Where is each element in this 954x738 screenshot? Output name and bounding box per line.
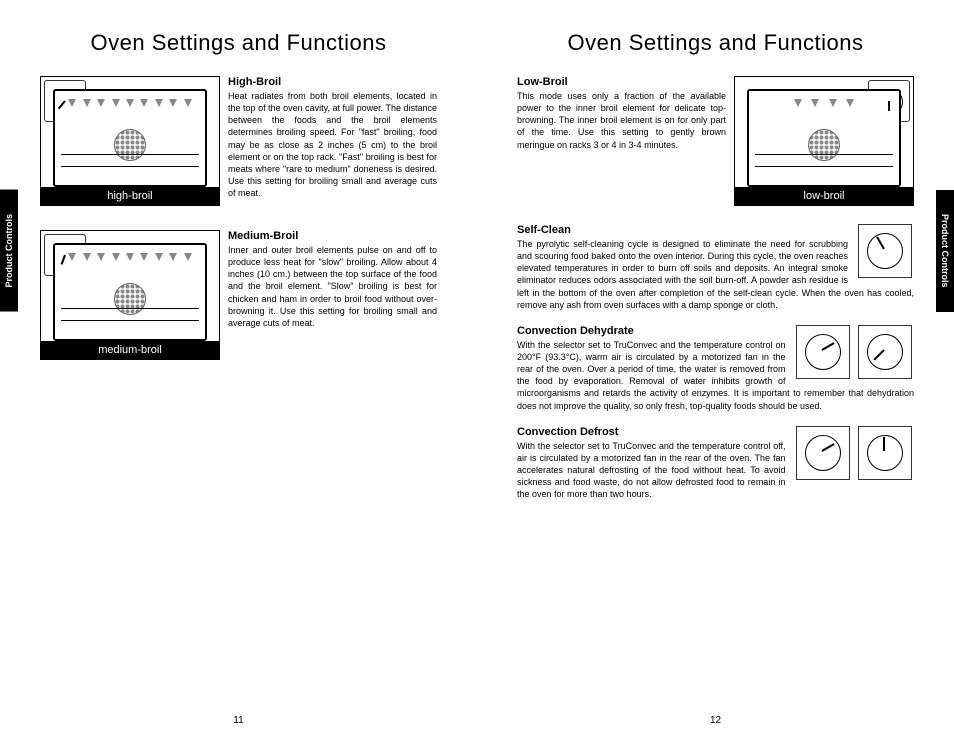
illustration-high-broil: high-broil	[40, 76, 220, 206]
section-medium-broil: medium-broil Medium-Broil Inner and oute…	[40, 230, 437, 364]
dial-group-dehydrate	[794, 325, 914, 379]
illustration-low-broil: low-broil	[734, 76, 914, 206]
oven-interior-icon	[747, 89, 901, 187]
page-title-left: Oven Settings and Functions	[40, 30, 437, 56]
dial-icon	[796, 325, 850, 379]
section-high-broil: high-broil High-Broil Heat radiates from…	[40, 76, 437, 210]
section-low-broil: low-broil Low-Broil This mode uses only …	[517, 76, 914, 210]
page-left: Product Controls Oven Settings and Funct…	[0, 0, 477, 738]
dial-group-defrost	[794, 426, 914, 480]
page-number-right: 12	[710, 715, 721, 726]
page-title-right: Oven Settings and Functions	[517, 30, 914, 56]
heading-self-clean: Self-Clean	[517, 224, 914, 236]
illustration-label: low-broil	[735, 187, 913, 205]
section-conv-defrost: Convection Defrost With the selector set…	[517, 426, 914, 501]
illustration-label: high-broil	[41, 187, 219, 205]
side-tab-left: Product Controls	[0, 190, 18, 312]
illustration-medium-broil: medium-broil	[40, 230, 220, 360]
illustration-label: medium-broil	[41, 341, 219, 359]
dial-icon	[858, 426, 912, 480]
body-self-clean: The pyrolytic self-cleaning cycle is des…	[517, 238, 914, 311]
side-tab-right: Product Controls	[936, 190, 954, 312]
dial-group-self-clean	[856, 224, 914, 278]
oven-interior-icon	[53, 243, 207, 341]
oven-interior-icon	[53, 89, 207, 187]
page-number-left: 11	[233, 715, 243, 726]
section-self-clean: Self-Clean The pyrolytic self-cleaning c…	[517, 224, 914, 311]
dial-icon	[858, 325, 912, 379]
dial-icon	[858, 224, 912, 278]
dial-icon	[796, 426, 850, 480]
page-right: Product Controls Oven Settings and Funct…	[477, 0, 954, 738]
section-conv-dehydrate: Convection Dehydrate With the selector s…	[517, 325, 914, 412]
